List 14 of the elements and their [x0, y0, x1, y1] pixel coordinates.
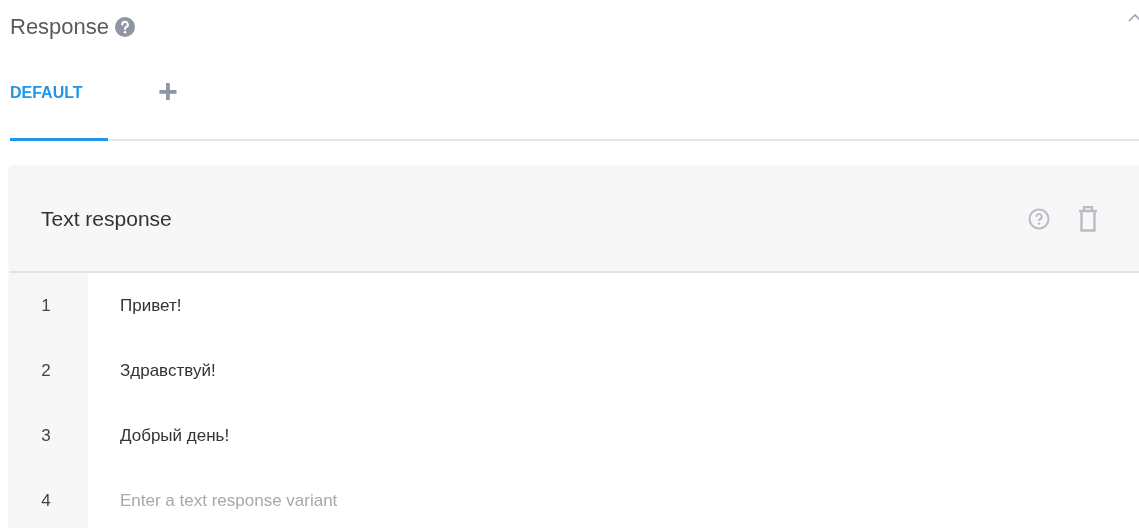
help-icon[interactable]	[115, 17, 136, 37]
trash-icon[interactable]	[1078, 206, 1098, 232]
response-variant[interactable]: Здравствуй!	[120, 360, 216, 381]
line-number: 2	[10, 338, 88, 403]
section-title: Response	[10, 14, 110, 40]
chevron-up-icon[interactable]	[1128, 14, 1139, 22]
variant-input[interactable]: Enter a text response variant	[120, 490, 520, 511]
line-number: 4	[10, 468, 88, 528]
card-title: Text response	[41, 207, 172, 231]
line-number: 3	[10, 403, 88, 468]
line-number: 1	[10, 273, 88, 338]
help-icon[interactable]	[1028, 208, 1050, 230]
response-variant[interactable]: Привет!	[120, 295, 182, 316]
response-variant[interactable]: Добрый день!	[120, 425, 230, 446]
